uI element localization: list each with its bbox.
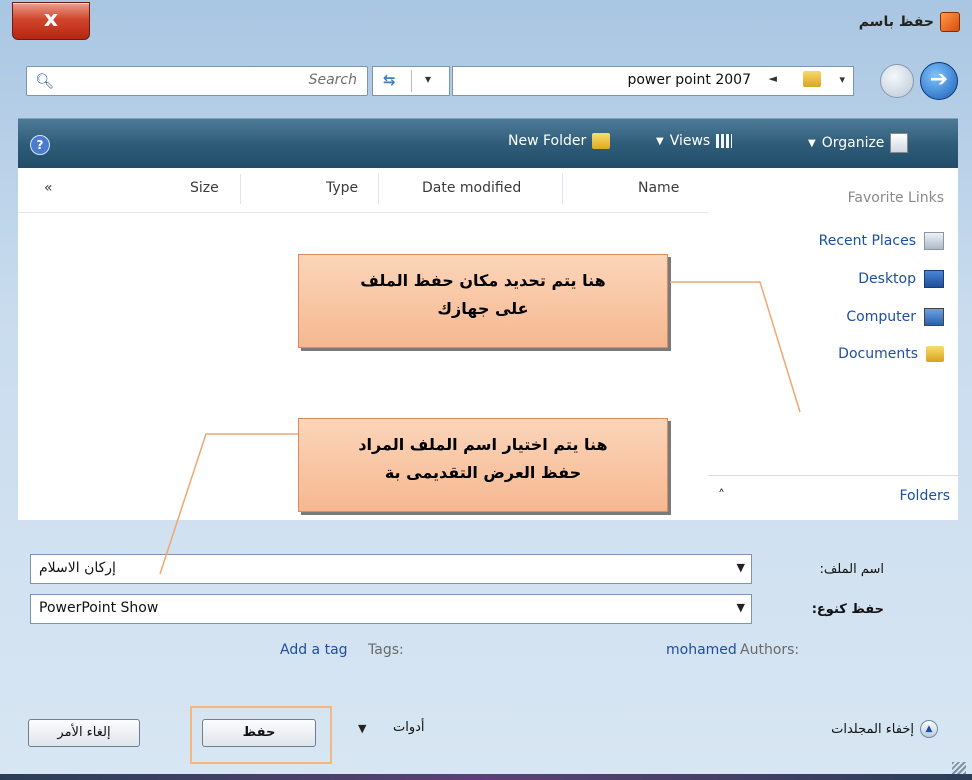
callout-line: على جهازك bbox=[437, 299, 529, 318]
new-folder-button[interactable]: New Folder bbox=[508, 133, 611, 149]
chevron-down-icon[interactable]: ▾ bbox=[425, 72, 431, 86]
folder-icon bbox=[803, 71, 821, 87]
tools-dropdown-icon[interactable]: ▼ bbox=[358, 722, 366, 735]
close-button[interactable]: x bbox=[12, 2, 90, 40]
save-as-dialog: x حفظ باسم 🔍︎ Search ⇆ ▾ power point 200… bbox=[0, 0, 972, 780]
help-icon[interactable]: ? bbox=[30, 135, 50, 155]
filetype-dropdown-icon[interactable]: ▼ bbox=[737, 601, 745, 614]
refresh-control[interactable]: ⇆ ▾ bbox=[372, 66, 450, 96]
tags-label: Tags: bbox=[368, 642, 404, 658]
new-folder-label: New Folder bbox=[508, 133, 587, 149]
computer-icon bbox=[924, 308, 944, 326]
history-dropdown-icon[interactable]: ▾ bbox=[839, 73, 845, 86]
powerpoint-app-icon bbox=[940, 12, 960, 32]
authors-value[interactable]: mohamed bbox=[666, 642, 737, 658]
favorite-label: Desktop bbox=[858, 271, 916, 287]
column-type[interactable]: Type bbox=[326, 180, 358, 196]
forward-button[interactable]: ➔ bbox=[920, 62, 958, 100]
folders-toggle[interactable]: ˄ Folders bbox=[708, 475, 958, 520]
tools-menu[interactable]: أدوات bbox=[393, 720, 425, 735]
search-icon: 🔍︎ bbox=[35, 72, 55, 90]
search-placeholder: Search bbox=[308, 72, 357, 88]
refresh-icon[interactable]: ⇆ bbox=[383, 71, 396, 89]
favorite-links-pane: Favorite Links Recent Places Desktop Com… bbox=[708, 168, 958, 520]
filetype-label: حفظ كنوع: bbox=[811, 602, 884, 617]
favorite-label: Computer bbox=[846, 309, 916, 325]
column-divider[interactable] bbox=[378, 174, 379, 204]
views-grid-icon bbox=[716, 134, 733, 148]
column-divider[interactable] bbox=[562, 174, 563, 204]
organize-caret-icon: ▼ bbox=[808, 137, 816, 149]
filename-dropdown-icon[interactable]: ▼ bbox=[737, 561, 745, 574]
column-header-row: « Size Type Date modified Name bbox=[18, 168, 708, 213]
organize-label: Organize bbox=[821, 135, 885, 151]
favorite-label: Documents bbox=[838, 346, 918, 362]
filename-value[interactable]: إركان الاسلام bbox=[39, 560, 116, 576]
organize-icon bbox=[890, 133, 909, 153]
new-folder-icon bbox=[592, 133, 611, 149]
breadcrumb-arrow-icon[interactable]: ◄ bbox=[769, 72, 777, 85]
filetype-select[interactable]: PowerPoint Show ▼ bbox=[30, 594, 752, 624]
favorite-label: Recent Places bbox=[818, 233, 916, 249]
callout-line: هنا يتم تحديد مكان حفظ الملف bbox=[360, 271, 606, 290]
recent-places-icon bbox=[924, 232, 944, 250]
callout-line: حفظ العرض التقديمى بة bbox=[384, 463, 582, 482]
save-form: اسم الملف: إركان الاسلام ▼ حفظ كنوع: Pow… bbox=[18, 520, 958, 780]
filename-label: اسم الملف: bbox=[819, 562, 884, 577]
views-label: Views bbox=[669, 133, 711, 149]
hide-folders-button[interactable]: ▲ إخفاء المجلدات bbox=[831, 720, 938, 738]
column-name[interactable]: Name bbox=[638, 180, 679, 196]
hide-folders-label: إخفاء المجلدات bbox=[831, 721, 914, 737]
chevron-up-icon: ▲ bbox=[920, 720, 938, 738]
command-toolbar: ? New Folder ▼ Views ▼ Organize bbox=[18, 118, 958, 169]
back-button[interactable] bbox=[880, 64, 914, 98]
favorite-computer[interactable]: Computer bbox=[846, 308, 944, 326]
documents-folder-icon bbox=[926, 346, 944, 362]
filetype-value[interactable]: PowerPoint Show bbox=[39, 600, 158, 616]
favorite-desktop[interactable]: Desktop bbox=[858, 270, 944, 288]
search-input[interactable]: 🔍︎ Search bbox=[26, 66, 368, 96]
refresh-separator bbox=[411, 70, 412, 92]
callout-line: هنا يتم اختيار اسم الملف المراد bbox=[358, 435, 608, 454]
taskbar-edge bbox=[0, 774, 972, 780]
organize-button[interactable]: ▼ Organize bbox=[808, 133, 909, 153]
title-bar: x حفظ باسم bbox=[0, 0, 972, 44]
filename-field[interactable]: إركان الاسلام ▼ bbox=[30, 554, 752, 584]
collapse-columns-icon[interactable]: « bbox=[44, 180, 53, 196]
favorite-links-title: Favorite Links bbox=[847, 190, 944, 206]
column-divider[interactable] bbox=[240, 174, 241, 204]
favorite-documents[interactable]: Documents bbox=[838, 346, 944, 362]
favorite-recent-places[interactable]: Recent Places bbox=[819, 232, 944, 250]
save-button[interactable]: حفظ bbox=[202, 719, 316, 747]
views-button[interactable]: ▼ Views bbox=[656, 133, 733, 149]
cancel-button[interactable]: إلغاء الأمر bbox=[28, 719, 140, 747]
authors-label: Authors: bbox=[740, 642, 800, 658]
callout-save-location: هنا يتم تحديد مكان حفظ الملف على جهازك bbox=[298, 254, 668, 348]
column-date-modified[interactable]: Date modified bbox=[422, 180, 521, 196]
address-row: 🔍︎ Search ⇆ ▾ power point 2007 ◄ ▾ ➔ bbox=[0, 52, 972, 102]
views-caret-icon: ▼ bbox=[656, 135, 664, 147]
chevron-up-icon[interactable]: ˄ bbox=[718, 488, 725, 504]
add-tag-link[interactable]: Add a tag bbox=[280, 642, 348, 658]
window-title-group: حفظ باسم bbox=[859, 12, 960, 32]
window-title: حفظ باسم bbox=[858, 14, 934, 30]
desktop-icon bbox=[924, 270, 944, 288]
breadcrumb[interactable]: power point 2007 ◄ ▾ bbox=[452, 66, 854, 96]
breadcrumb-path[interactable]: power point 2007 bbox=[627, 72, 751, 88]
folders-label: Folders bbox=[899, 488, 950, 504]
column-size[interactable]: Size bbox=[190, 180, 219, 196]
callout-file-name: هنا يتم اختيار اسم الملف المراد حفظ العر… bbox=[298, 418, 668, 512]
